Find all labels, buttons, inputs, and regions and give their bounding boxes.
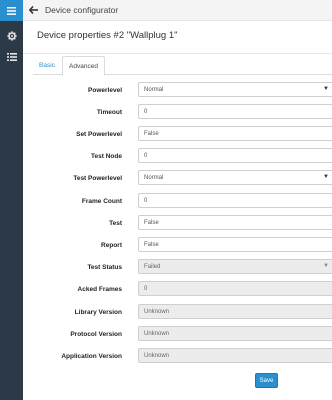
library-version-field: Unknown bbox=[138, 304, 332, 319]
test-node-input[interactable]: 0 bbox=[138, 148, 332, 163]
page-title: Device properties #2 "Wallplug 1" bbox=[37, 30, 178, 41]
frame-count-input[interactable]: 0 bbox=[138, 193, 332, 208]
frame-count-label: Frame Count bbox=[81, 198, 122, 205]
timeout-label: Timeout bbox=[96, 109, 122, 116]
test-input[interactable]: False bbox=[138, 215, 332, 230]
list-button[interactable] bbox=[0, 46, 23, 67]
caret-down-icon: ▼ bbox=[323, 86, 329, 92]
powerlevel-value: Normal bbox=[144, 86, 164, 93]
test-status-value: Failed bbox=[144, 263, 161, 270]
set-powerlevel-label: Set Powerlevel bbox=[76, 131, 122, 138]
powerlevel-label: Powerlevel bbox=[88, 87, 122, 94]
protocol-version-value: Unknown bbox=[144, 330, 170, 337]
library-version-label: Library Version bbox=[74, 309, 122, 316]
sidebar bbox=[0, 0, 23, 400]
test-powerlevel-value: Normal bbox=[144, 174, 164, 181]
app-title: Device configurator bbox=[45, 5, 119, 15]
top-bar: Device configurator bbox=[23, 0, 332, 21]
main-content: Device properties #2 "Wallplug 1" Basic … bbox=[23, 22, 332, 400]
frame-count-value: 0 bbox=[144, 197, 148, 204]
save-button[interactable]: Save bbox=[255, 373, 278, 388]
tab-bar: Basic Advanced bbox=[33, 56, 332, 76]
tab-advanced[interactable]: Advanced bbox=[62, 56, 105, 76]
tab-basic[interactable]: Basic bbox=[33, 56, 61, 75]
protocol-version-field: Unknown bbox=[138, 326, 332, 341]
test-status-label: Test Status bbox=[87, 264, 122, 271]
acked-frames-label: Acked Frames bbox=[77, 286, 122, 293]
arrow-left-icon bbox=[28, 6, 38, 14]
report-value: False bbox=[144, 241, 159, 248]
list-icon bbox=[6, 52, 17, 61]
set-powerlevel-value: False bbox=[144, 130, 159, 137]
divider bbox=[23, 53, 332, 54]
test-label: Test bbox=[109, 220, 122, 227]
test-status-select: Failed ▼ bbox=[138, 259, 332, 274]
test-value: False bbox=[144, 219, 159, 226]
test-powerlevel-select[interactable]: Normal ▼ bbox=[138, 170, 332, 185]
application-version-label: Application Version bbox=[61, 353, 122, 360]
settings-button[interactable] bbox=[0, 25, 23, 46]
powerlevel-select[interactable]: Normal ▼ bbox=[138, 82, 332, 97]
menu-button[interactable] bbox=[0, 0, 23, 21]
timeout-input[interactable]: 0 bbox=[138, 104, 332, 119]
test-node-label: Test Node bbox=[91, 153, 122, 160]
report-label: Report bbox=[101, 242, 122, 249]
timeout-value: 0 bbox=[144, 108, 148, 115]
caret-down-icon: ▼ bbox=[323, 263, 329, 269]
caret-down-icon: ▼ bbox=[323, 174, 329, 180]
back-button[interactable] bbox=[23, 0, 43, 21]
test-node-value: 0 bbox=[144, 152, 148, 159]
set-powerlevel-input[interactable]: False bbox=[138, 126, 332, 141]
report-input[interactable]: False bbox=[138, 237, 332, 252]
application-version-value: Unknown bbox=[144, 352, 170, 359]
acked-frames-value: 0 bbox=[144, 285, 148, 292]
test-powerlevel-label: Test Powerlevel bbox=[73, 175, 122, 182]
application-version-field: Unknown bbox=[138, 348, 332, 363]
menu-icon bbox=[7, 6, 16, 15]
library-version-value: Unknown bbox=[144, 308, 170, 315]
gear-icon bbox=[6, 30, 17, 41]
acked-frames-field: 0 bbox=[138, 281, 332, 296]
protocol-version-label: Protocol Version bbox=[70, 331, 122, 338]
